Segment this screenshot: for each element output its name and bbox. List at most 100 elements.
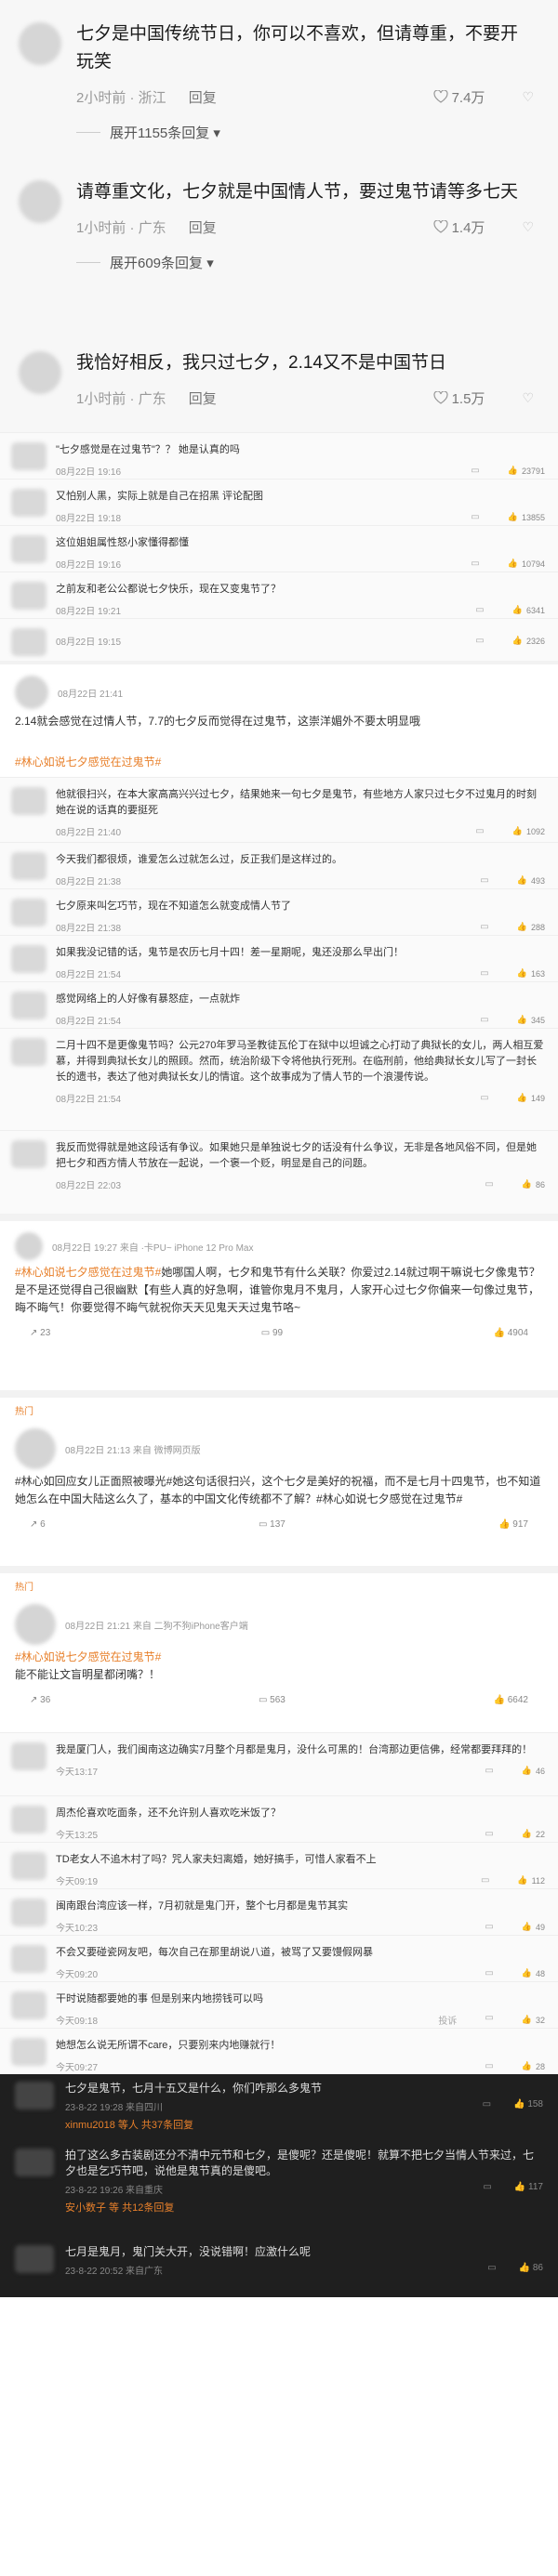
avatar[interactable] [15, 2149, 54, 2176]
avatar[interactable] [11, 1852, 46, 1880]
topic-link[interactable]: #林心如说七夕感觉在过鬼节# [15, 1650, 161, 1663]
avatar[interactable] [11, 535, 46, 563]
avatar[interactable] [11, 1742, 46, 1770]
like-button[interactable]: 👍 917 [498, 1519, 528, 1530]
avatar[interactable] [15, 2245, 54, 2273]
like-button[interactable]: 1.5万 [432, 388, 485, 408]
like-button[interactable]: 👍 6341 [512, 605, 545, 615]
comment-icon[interactable]: ▭ [475, 826, 484, 836]
comment-button[interactable]: ▭ 137 [259, 1519, 286, 1530]
like-button[interactable]: 1.4万 [432, 217, 485, 237]
avatar[interactable] [11, 1806, 46, 1833]
comment-icon[interactable]: ▭ [471, 512, 479, 522]
avatar[interactable] [11, 1038, 46, 1066]
avatar[interactable] [11, 1140, 46, 1168]
avatar[interactable] [15, 1232, 43, 1260]
avatar[interactable] [11, 899, 46, 927]
like-button[interactable]: 👍 23791 [508, 466, 545, 476]
like-button[interactable]: 👍 149 [517, 1093, 545, 1103]
like-button[interactable]: 👍 1092 [512, 826, 545, 836]
like-button[interactable]: 👍 4904 [494, 1328, 528, 1338]
topic-link[interactable]: #林心如说七夕感觉在过鬼节# [15, 756, 161, 769]
avatar[interactable] [15, 1428, 56, 1469]
comment-icon[interactable]: ▭ [475, 605, 484, 615]
comment-icon[interactable]: ▭ [480, 1015, 488, 1025]
report-button[interactable]: 投诉 [438, 2013, 457, 2027]
avatar[interactable] [15, 1604, 56, 1645]
avatar[interactable] [19, 180, 61, 223]
avatar[interactable] [11, 1945, 46, 1973]
avatar[interactable] [11, 1899, 46, 1926]
like-button[interactable]: 👍 112 [517, 1875, 545, 1886]
comment-icon[interactable]: ▭ [483, 2099, 491, 2113]
expand-replies-button[interactable]: 展开609条回复 ▾ [76, 240, 534, 287]
like-button[interactable]: 👍 46 [522, 1766, 545, 1776]
like-button[interactable]: 👍 493 [517, 875, 545, 886]
comment-button[interactable]: ▭ 99 [261, 1328, 283, 1338]
avatar[interactable] [19, 351, 61, 394]
expand-replies-button[interactable]: xinmu2018 等人 共37条回复 [65, 2113, 543, 2136]
comment-icon[interactable]: ▭ [485, 1179, 493, 1189]
comment-icon[interactable]: ▭ [485, 1829, 493, 1839]
reply-button[interactable]: 回复 [189, 388, 217, 408]
comment-icon[interactable]: ▭ [480, 922, 488, 932]
avatar[interactable] [11, 442, 46, 470]
avatar[interactable] [11, 2038, 46, 2066]
reply-button[interactable]: 回复 [189, 217, 217, 237]
avatar[interactable] [11, 787, 46, 815]
like-button[interactable]: 👍 163 [517, 968, 545, 979]
comment-icon[interactable]: ▭ [483, 2182, 491, 2196]
comment-icon[interactable]: ▭ [485, 1922, 493, 1932]
like-button[interactable]: 👍 10794 [508, 559, 545, 569]
repost-button[interactable]: ↗ 6 [30, 1519, 46, 1530]
avatar[interactable] [11, 945, 46, 973]
comment-icon[interactable]: ▭ [480, 875, 488, 886]
like-button[interactable]: 7.4万 [432, 87, 485, 107]
like-button[interactable]: 👍 288 [517, 922, 545, 932]
expand-replies-button[interactable]: 安小数子 等 共12条回复 [65, 2196, 543, 2218]
comment-button[interactable]: ▭ 563 [259, 1695, 286, 1705]
avatar[interactable] [11, 852, 46, 880]
comment-icon[interactable]: ▭ [475, 636, 484, 646]
dislike-icon[interactable]: ♡ [522, 219, 534, 235]
comment-icon[interactable]: ▭ [485, 2061, 493, 2071]
avatar[interactable] [11, 582, 46, 610]
like-button[interactable]: 👍 345 [517, 1015, 545, 1025]
repost-button[interactable]: ↗ 36 [30, 1695, 50, 1705]
hot-label: 热门 [0, 1390, 558, 1417]
dislike-icon[interactable]: ♡ [522, 390, 534, 406]
like-button[interactable]: 👍 13855 [508, 512, 545, 522]
comment-icon[interactable]: ▭ [480, 968, 488, 979]
like-button[interactable]: 👍 117 [514, 2182, 543, 2196]
like-button[interactable]: 👍 6642 [494, 1695, 528, 1705]
like-button[interactable]: 👍 49 [522, 1922, 545, 1932]
comment-icon[interactable]: ▭ [485, 2013, 493, 2027]
like-button[interactable]: 👍 22 [522, 1829, 545, 1839]
avatar[interactable] [19, 22, 61, 65]
comment-icon[interactable]: ▭ [481, 1875, 489, 1886]
repost-button[interactable]: ↗ 23 [30, 1328, 50, 1338]
avatar[interactable] [15, 676, 48, 709]
like-button[interactable]: 👍 86 [522, 1179, 545, 1189]
like-button[interactable]: 👍 2326 [512, 636, 545, 646]
like-button[interactable]: 👍 86 [519, 2263, 543, 2277]
topic-link[interactable]: #林心如说七夕感觉在过鬼节# [15, 1266, 161, 1279]
dislike-icon[interactable]: ♡ [522, 89, 534, 105]
comment-icon[interactable]: ▭ [485, 1766, 493, 1776]
reply-button[interactable]: 回复 [189, 87, 217, 107]
comment-icon[interactable]: ▭ [480, 1093, 488, 1103]
comment-icon[interactable]: ▭ [487, 2263, 496, 2277]
like-button[interactable]: 👍 158 [513, 2099, 543, 2113]
avatar[interactable] [15, 2082, 54, 2109]
comment-icon[interactable]: ▭ [471, 559, 479, 569]
avatar[interactable] [11, 1991, 46, 2019]
like-button[interactable]: 👍 32 [522, 2013, 545, 2027]
avatar[interactable] [11, 489, 46, 517]
like-button[interactable]: 👍 48 [522, 1968, 545, 1978]
avatar[interactable] [11, 992, 46, 1019]
avatar[interactable] [11, 628, 46, 656]
comment-icon[interactable]: ▭ [471, 466, 479, 476]
comment-count: 99 [272, 1328, 284, 1338]
comment-icon[interactable]: ▭ [485, 1968, 493, 1978]
like-button[interactable]: 👍 28 [522, 2061, 545, 2071]
